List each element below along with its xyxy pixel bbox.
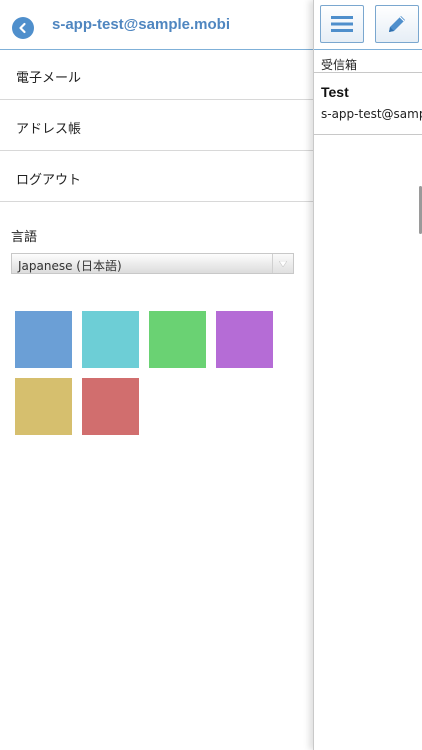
hamburger-menu-icon [331,16,353,32]
pencil-icon [389,16,405,32]
theme-swatch-red[interactable] [82,378,139,435]
menu-item-label: 電子メール [16,71,82,86]
toolbar-divider [314,49,422,50]
back-button[interactable] [12,17,34,39]
language-label: 言語 [11,230,38,245]
menu-item-address-book[interactable]: アドレス帳 [0,101,313,151]
theme-swatch-cyan[interactable] [82,311,139,368]
language-select-value: Japanese (日本語) [18,259,122,273]
compose-button[interactable] [375,5,419,43]
side-drawer: s-app-test@sample.mobi 電子メール アドレス帳 ログアウト… [0,0,313,750]
menu-item-email[interactable]: 電子メール [0,50,313,100]
menu-item-logout[interactable]: ログアウト [0,152,313,202]
menu-item-label: ログアウト [16,173,82,188]
theme-swatch-green[interactable] [149,311,206,368]
folder-title: 受信箱 [321,58,358,72]
message-divider [314,134,422,135]
message-subject: Test [321,84,349,100]
language-select[interactable]: Japanese (日本語) [11,253,294,274]
mailbox-panel: 受信箱 Test s-app-test@sample.mobi [313,0,422,750]
message-sender: s-app-test@sample.mobi [321,107,422,121]
theme-swatch-blue[interactable] [15,311,72,368]
menu-item-label: アドレス帳 [16,122,82,137]
drawer-header: s-app-test@sample.mobi [0,0,313,50]
chevron-left-icon [19,22,26,34]
account-title: s-app-test@sample.mobi [52,16,230,33]
folder-divider [314,72,422,73]
menu-button[interactable] [320,5,364,43]
theme-swatch-purple[interactable] [216,311,273,368]
theme-swatch-yellow[interactable] [15,378,72,435]
dropdown-arrow-icon [272,254,293,273]
